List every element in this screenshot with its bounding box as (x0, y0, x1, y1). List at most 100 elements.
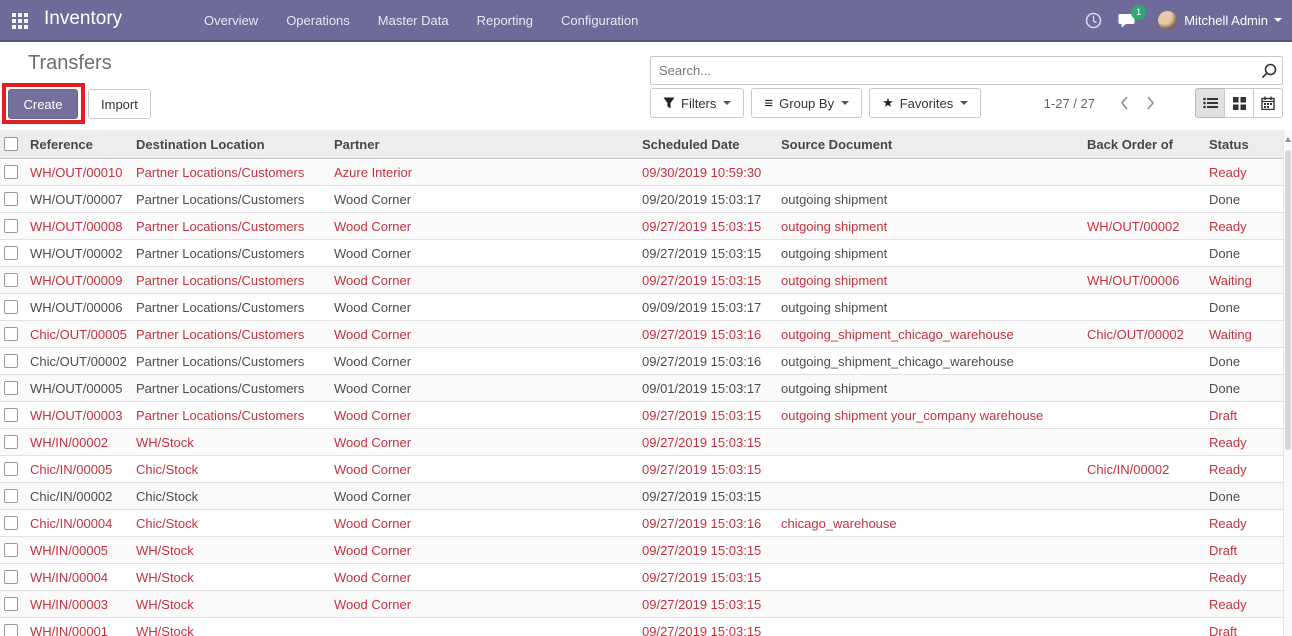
app-name[interactable]: Inventory (44, 8, 122, 30)
row-checkbox[interactable] (4, 462, 18, 476)
table-row[interactable]: Chic/IN/00002 Chic/Stock Wood Corner 09/… (0, 483, 1283, 510)
nav-menu-overview[interactable]: Overview (190, 1, 272, 41)
table-row[interactable]: WH/IN/00003 WH/Stock Wood Corner 09/27/2… (0, 591, 1283, 618)
row-checkbox[interactable] (4, 570, 18, 584)
cell-status: Ready (1209, 597, 1283, 612)
row-checkbox[interactable] (4, 408, 18, 422)
row-checkbox[interactable] (4, 273, 18, 287)
cell-source-document: outgoing shipment (781, 300, 1087, 315)
scrollbar-thumb[interactable] (1285, 150, 1291, 450)
row-checkbox[interactable] (4, 597, 18, 611)
favorites-button[interactable]: ★ Favorites (869, 88, 981, 118)
filter-funnel-icon (663, 97, 675, 109)
cell-reference: WH/IN/00003 (30, 597, 136, 612)
chevron-down-icon (960, 101, 968, 105)
group-by-button[interactable]: ≡ Group By (751, 88, 862, 118)
column-header-destination-location[interactable]: Destination Location (136, 137, 334, 152)
row-checkbox[interactable] (4, 165, 18, 179)
table-row[interactable]: WH/OUT/00009 Partner Locations/Customers… (0, 267, 1283, 294)
scroll-up-arrow-icon[interactable] (1285, 137, 1291, 142)
table-row[interactable]: WH/OUT/00008 Partner Locations/Customers… (0, 213, 1283, 240)
table-row[interactable]: Chic/OUT/00002 Partner Locations/Custome… (0, 348, 1283, 375)
row-checkbox[interactable] (4, 543, 18, 557)
table-row[interactable]: WH/IN/00005 WH/Stock Wood Corner 09/27/2… (0, 537, 1283, 564)
pager-range: 1-27 / 27 (1044, 96, 1095, 111)
table-row[interactable]: WH/IN/00001 WH/Stock 09/27/2019 15:03:15… (0, 618, 1283, 636)
pager-previous-button[interactable] (1111, 88, 1137, 118)
cell-status: Ready (1209, 435, 1283, 450)
nav-menu-reporting[interactable]: Reporting (463, 1, 547, 41)
row-checkbox[interactable] (4, 624, 18, 636)
table-row[interactable]: Chic/IN/00004 Chic/Stock Wood Corner 09/… (0, 510, 1283, 537)
column-header-back-order-of[interactable]: Back Order of (1087, 137, 1209, 152)
filters-button[interactable]: Filters (650, 88, 744, 118)
cell-destination-location: Partner Locations/Customers (136, 273, 334, 288)
row-checkbox[interactable] (4, 489, 18, 503)
calendar-view-button[interactable] (1253, 88, 1283, 118)
table-row[interactable]: Chic/OUT/00005 Partner Locations/Custome… (0, 321, 1283, 348)
cell-status: Done (1209, 381, 1283, 396)
cell-status: Draft (1209, 543, 1283, 558)
table-row[interactable]: WH/OUT/00006 Partner Locations/Customers… (0, 294, 1283, 321)
cell-partner: Wood Corner (334, 327, 642, 342)
row-checkbox[interactable] (4, 516, 18, 530)
row-checkbox[interactable] (4, 354, 18, 368)
row-checkbox[interactable] (4, 246, 18, 260)
star-icon: ★ (882, 95, 894, 111)
user-avatar (1158, 11, 1177, 30)
column-header-scheduled-date[interactable]: Scheduled Date (642, 137, 781, 152)
vertical-scrollbar[interactable] (1283, 130, 1292, 636)
nav-menu-master-data[interactable]: Master Data (364, 1, 463, 41)
messages-bubble-icon[interactable]: 1 (1110, 0, 1144, 40)
row-checkbox[interactable] (4, 219, 18, 233)
user-menu[interactable]: Mitchell Admin (1158, 11, 1282, 30)
nav-menu-configuration[interactable]: Configuration (547, 1, 652, 41)
cell-partner: Wood Corner (334, 219, 642, 234)
list-view-button[interactable] (1195, 88, 1225, 118)
table-row[interactable]: WH/IN/00004 WH/Stock Wood Corner 09/27/2… (0, 564, 1283, 591)
table-row[interactable]: WH/IN/00002 WH/Stock Wood Corner 09/27/2… (0, 429, 1283, 456)
apps-grid-icon[interactable] (12, 13, 28, 29)
cell-reference: WH/OUT/00010 (30, 165, 136, 180)
column-header-source-document[interactable]: Source Document (781, 137, 1087, 152)
column-header-status[interactable]: Status (1209, 137, 1283, 152)
row-checkbox[interactable] (4, 300, 18, 314)
cell-scheduled-date: 09/27/2019 15:03:15 (642, 624, 781, 636)
cell-source-document: outgoing_shipment_chicago_warehouse (781, 354, 1087, 369)
table-row[interactable]: WH/OUT/00007 Partner Locations/Customers… (0, 186, 1283, 213)
search-icon[interactable] (1256, 63, 1282, 79)
column-header-reference[interactable]: Reference (30, 137, 136, 152)
pager-next-button[interactable] (1137, 88, 1163, 118)
search-bar (650, 56, 1283, 85)
cell-reference: WH/OUT/00007 (30, 192, 136, 207)
row-checkbox[interactable] (4, 435, 18, 449)
page-title: Transfers (28, 52, 112, 75)
table-row[interactable]: WH/OUT/00010 Partner Locations/Customers… (0, 159, 1283, 186)
table-row[interactable]: WH/OUT/00003 Partner Locations/Customers… (0, 402, 1283, 429)
cell-scheduled-date: 09/27/2019 15:03:16 (642, 516, 781, 531)
kanban-view-button[interactable] (1224, 88, 1254, 118)
control-panel: Transfers Create Import Filters ≡ (0, 42, 1292, 130)
cell-partner: Azure Interior (334, 165, 642, 180)
nav-menu-operations[interactable]: Operations (272, 1, 364, 41)
column-header-partner[interactable]: Partner (334, 137, 642, 152)
cell-scheduled-date: 09/27/2019 15:03:15 (642, 273, 781, 288)
create-button[interactable]: Create (8, 89, 78, 119)
table-body: WH/OUT/00010 Partner Locations/Customers… (0, 159, 1283, 636)
cell-partner: Wood Corner (334, 192, 642, 207)
cell-partner: Wood Corner (334, 381, 642, 396)
filters-label: Filters (681, 96, 716, 111)
table-row[interactable]: WH/OUT/00005 Partner Locations/Customers… (0, 375, 1283, 402)
row-checkbox[interactable] (4, 327, 18, 341)
cell-reference: WH/OUT/00005 (30, 381, 136, 396)
table-row[interactable]: WH/OUT/00002 Partner Locations/Customers… (0, 240, 1283, 267)
cell-partner: Wood Corner (334, 489, 642, 504)
row-checkbox[interactable] (4, 381, 18, 395)
cell-status: Draft (1209, 408, 1283, 423)
import-button[interactable]: Import (88, 89, 151, 119)
search-input[interactable] (651, 63, 1256, 78)
row-checkbox[interactable] (4, 192, 18, 206)
activities-clock-icon[interactable] (1076, 0, 1110, 40)
table-row[interactable]: Chic/IN/00005 Chic/Stock Wood Corner 09/… (0, 456, 1283, 483)
select-all-checkbox[interactable] (4, 137, 18, 151)
